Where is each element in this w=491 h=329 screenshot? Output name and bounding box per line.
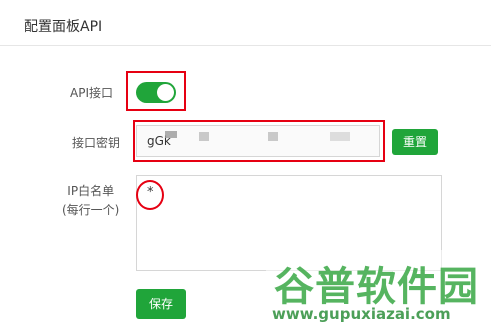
watermark: 谷普软件园 www.gupuxiazai.com bbox=[266, 250, 491, 329]
title-divider bbox=[0, 45, 491, 46]
key-label: 接口密钥 bbox=[72, 136, 121, 150]
highlight-key bbox=[133, 120, 385, 162]
reset-button[interactable]: 重置 bbox=[392, 129, 438, 155]
highlight-ip bbox=[136, 180, 164, 210]
ip-label-line2: (每行一个) bbox=[62, 203, 120, 217]
ip-label-line1: IP白名单 bbox=[67, 184, 115, 198]
ip-whitelist-label: IP白名单 (每行一个) bbox=[62, 182, 119, 220]
highlight-toggle bbox=[126, 71, 186, 111]
watermark-url: www.gupuxiazai.com bbox=[272, 305, 451, 323]
api-label: API接口 bbox=[70, 86, 113, 100]
save-button[interactable]: 保存 bbox=[136, 289, 186, 319]
watermark-logo: 谷普软件园 bbox=[274, 264, 479, 310]
dialog-title: 配置面板API bbox=[24, 19, 103, 35]
